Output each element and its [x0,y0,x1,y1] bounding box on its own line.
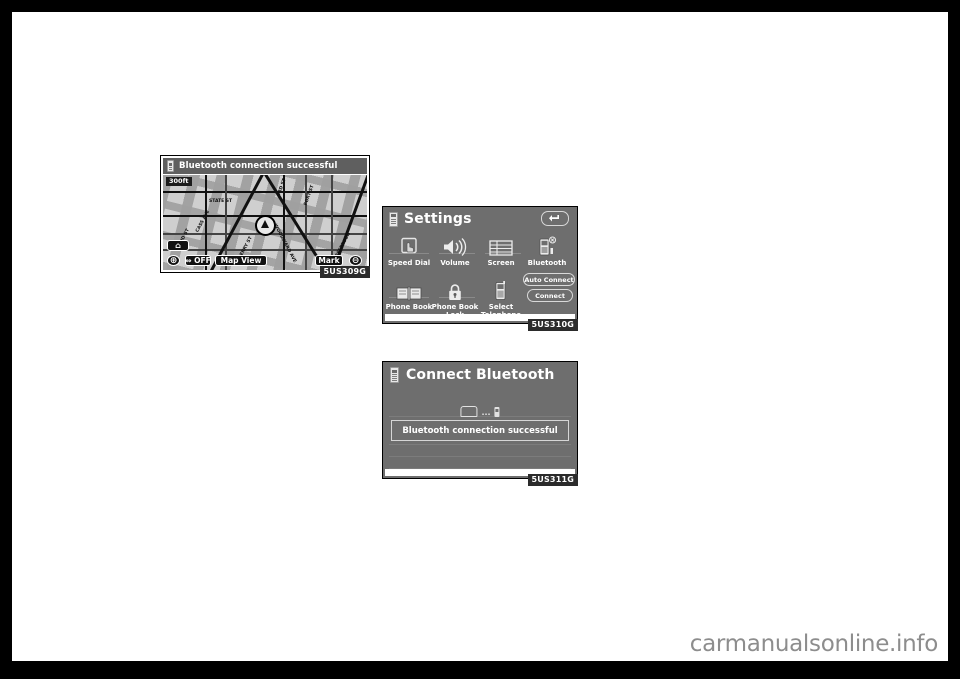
auto-connect-button[interactable]: Auto Connect [523,273,575,286]
connection-dots: ... [481,408,491,417]
settings-item-label: Bluetooth [527,259,567,267]
map-road [163,191,367,193]
manual-page: Bluetooth connection successful 300ft ST… [0,0,960,679]
zoom-in-button[interactable]: ⊕ [167,255,180,266]
figure-connect-bluetooth-screen: Connect Bluetooth ... Bluetooth connecti… [382,361,578,486]
page-border-left [0,0,12,679]
cellphone-icon [167,160,174,172]
page-title: Connect Bluetooth [406,367,555,383]
hand-touch-icon [385,233,433,257]
map-status-bar: Bluetooth connection successful [163,158,367,174]
map-status-text: Bluetooth connection successful [179,161,338,171]
padlock-icon [431,277,479,301]
connect-bluetooth-header: Connect Bluetooth [383,362,577,388]
map-view-button[interactable]: Map View [215,255,267,266]
status-message-text: Bluetooth connection successful [402,425,558,436]
list-divider [389,456,571,457]
back-arrow-icon [549,215,559,222]
map-road [305,175,307,270]
page-title: Settings [404,211,472,227]
map-scale-badge: 300ft [166,177,192,186]
list-divider [389,444,571,445]
settings-item-label: Phone Book [431,303,479,311]
connect-button[interactable]: Connect [527,289,573,302]
page-border-right [948,0,960,679]
figure-code: 5US310G [527,319,578,331]
screen-list-icon [477,233,525,257]
map-canvas[interactable]: 300ft STATE ST CASS AVE 2ND ST CHERRY ST… [163,175,367,270]
mark-button[interactable]: Mark [315,255,343,266]
settings-item-label: Phone Book [385,303,433,311]
cellphone-icon [494,407,500,417]
settings-icon-grid: Speed Dial Volume Screen Bluetooth Phone… [383,231,577,319]
compass-button[interactable]: ⌂ [167,240,189,251]
cellphone-icon [389,211,398,227]
settings-item-bluetooth[interactable]: Bluetooth [523,233,571,267]
open-book-icon [385,277,433,301]
pairing-illustration: ... [460,406,500,417]
settings-item-screen[interactable]: Screen [477,233,525,267]
back-button[interactable] [541,211,569,226]
settings-item-volume[interactable]: Volume [431,233,479,267]
street-label: STATE ST [209,199,233,204]
settings-item-label: Volume [440,259,470,267]
bluetooth-phone-icon [523,233,571,257]
settings-header: Settings [383,207,577,231]
settings-item-label: Speed Dial [387,259,431,267]
figure-settings-screen: Settings Speed Dial Volume Screen Blueto… [382,206,578,331]
settings-item-phone-book-lock[interactable]: Phone Book Lock [431,277,479,319]
figure-code: 5US311G [527,474,578,486]
off-button[interactable]: ⇔ OFF [185,255,211,266]
settings-item-label: Screen [487,259,515,267]
figure-code: 5US309G [319,266,370,278]
connect-bluetooth-screen: Connect Bluetooth ... Bluetooth connecti… [382,361,578,479]
page-border-bottom [0,661,960,679]
settings-item-speed-dial[interactable]: Speed Dial [385,233,433,267]
settings-item-label: Select [488,303,514,311]
telephone-icon [477,277,525,301]
current-position-marker [255,215,276,236]
speaker-icon [431,233,479,257]
watermark: carmanualsonline.info [689,631,939,657]
settings-screen: Settings Speed Dial Volume Screen Blueto… [382,206,578,324]
figure-map-screen: Bluetooth connection successful 300ft ST… [160,155,370,278]
navigation-map-screen: Bluetooth connection successful 300ft ST… [160,155,370,273]
car-audio-unit-icon [460,406,478,417]
connect-bluetooth-body: ... Bluetooth connection successful [383,388,577,470]
settings-item-phone-book[interactable]: Phone Book [385,277,433,311]
status-message-box: Bluetooth connection successful [391,420,569,441]
page-border-top [0,0,960,12]
zoom-out-button[interactable]: ⊖ [349,255,362,266]
settings-item-select-telephone[interactable]: Select Telephone [477,277,525,319]
cellphone-icon [390,367,399,383]
